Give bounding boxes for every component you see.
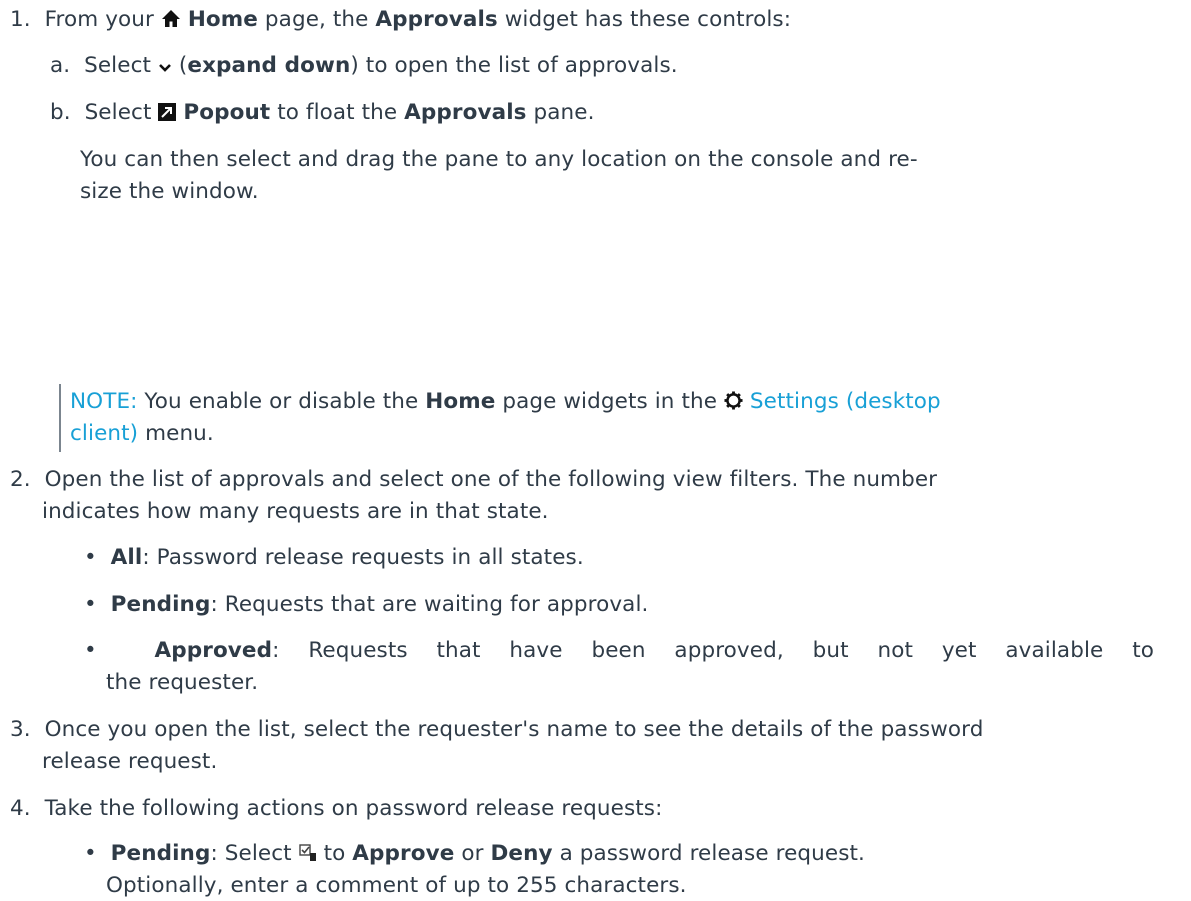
filter-pending: • Pending: Requests that are waiting for… (84, 592, 649, 617)
step-1a: a. Select (expand down) to open the list… (50, 53, 678, 78)
filter-approved-line2: the requester. (106, 670, 259, 695)
note-line1: NOTE: You enable or disable the Home pag… (70, 389, 941, 414)
filter-approved: • Approved: Requests that have been appr… (84, 638, 1154, 663)
action-pending: • Pending: Select to Approve or Deny a p… (84, 841, 865, 866)
step-3-line1: 3. Once you open the list, select the re… (10, 717, 984, 742)
step-1b: b. Select Popout to float the Approvals … (50, 100, 595, 125)
note-line2: client) menu. (70, 421, 214, 446)
step-2-line2: indicates how many requests are in that … (42, 499, 549, 524)
step-number: 1. (10, 7, 31, 32)
popout-icon (158, 103, 177, 121)
filter-all: • All: Password release requests in all … (84, 545, 584, 570)
note-bar (59, 384, 61, 452)
step-4-line1: 4. Take the following actions on passwor… (10, 796, 663, 821)
settings-link[interactable]: Settings (desktop (750, 389, 941, 414)
action-pending-line2: Optionally, enter a comment of up to 255… (106, 873, 687, 898)
settings-link-cont[interactable]: client) (70, 421, 138, 446)
chevron-down-icon (159, 64, 171, 72)
approve-deny-icon[interactable] (298, 844, 317, 862)
step-1-intro: 1. From your Home page, the Approvals wi… (10, 7, 792, 32)
home-icon (161, 10, 180, 27)
step-1-followup-line2: size the window. (80, 179, 259, 204)
step-1-followup-line1: You can then select and drag the pane to… (80, 147, 918, 172)
step-3-line2: release request. (42, 749, 218, 774)
gear-icon (724, 391, 743, 410)
step-2-line1: 2. Open the list of approvals and select… (10, 467, 938, 492)
